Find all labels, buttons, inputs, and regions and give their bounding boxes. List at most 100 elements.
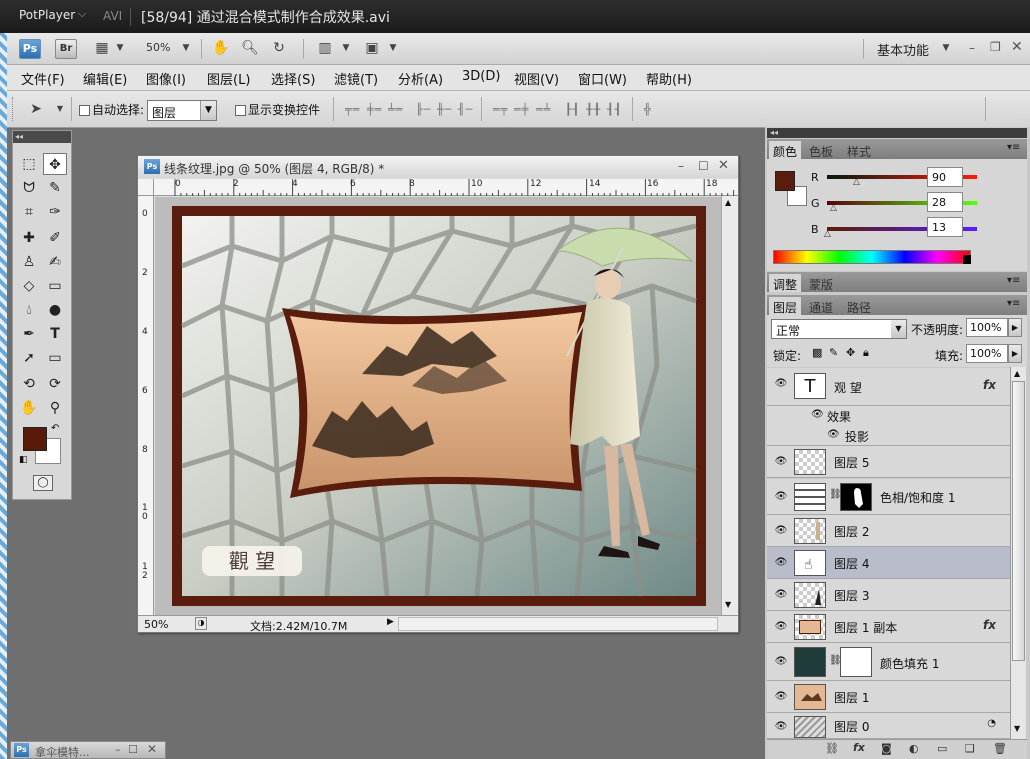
layers-panel-menu-icon[interactable]: ▾≡ — [1007, 298, 1020, 309]
spectrum-black-swatch[interactable] — [963, 255, 971, 264]
layer-row[interactable]: 👁︎ 图层 5 — [767, 446, 1010, 478]
visibility-eye-icon[interactable]: 👁︎ — [774, 525, 788, 536]
layer-name[interactable]: 图层 3 — [834, 587, 869, 604]
doc-restore-icon[interactable]: ☐ — [698, 159, 709, 173]
fill-slider-arrow-icon[interactable]: ▶ — [1008, 344, 1022, 363]
rotate-view-icon[interactable]: ↻ — [270, 40, 288, 56]
layer-row[interactable]: 👁︎ 图层 2 — [767, 515, 1010, 547]
horizontal-ruler[interactable]: 0 2 4 6 8 10 12 14 16 18 — [154, 179, 738, 196]
status-info-icon[interactable]: ◑ — [195, 617, 207, 630]
layer-name[interactable]: 图层 4 — [834, 555, 869, 572]
effect-visibility-eye-icon[interactable]: 👁︎ — [811, 409, 824, 420]
effect-visibility-eye-icon[interactable]: 👁︎ — [827, 429, 840, 440]
tool-preset-chevron-down-icon[interactable]: ▼ — [51, 101, 69, 117]
menu-edit[interactable]: 编辑(E) — [83, 69, 127, 88]
lock-pixels-icon[interactable]: ✎ — [829, 346, 838, 359]
distribute-left-icon[interactable]: ┠┨ — [565, 103, 580, 117]
new-layer-icon[interactable]: ❑ — [965, 742, 975, 755]
restore-icon[interactable]: ❐ — [990, 40, 1001, 54]
3d-rotate-icon[interactable]: ⟲ — [17, 373, 41, 395]
type-tool-icon[interactable]: T — [43, 323, 67, 345]
doc-close-icon[interactable]: ✕ — [718, 158, 729, 173]
new-adjustment-icon[interactable]: ◐ — [909, 742, 919, 755]
blend-mode-dropdown[interactable]: 正常 — [771, 319, 907, 339]
foreground-color-swatch[interactable] — [23, 427, 47, 451]
auto-select-checkbox[interactable] — [79, 105, 90, 116]
opacity-input[interactable]: 100% — [966, 318, 1008, 337]
distribute-hcenter-icon[interactable]: ╂╂ — [586, 103, 601, 117]
layer-row-selected[interactable]: 👁︎ ☝ 图层 4 — [767, 547, 1010, 579]
tab-adjustments[interactable]: 调整 — [769, 274, 802, 292]
document-titlebar[interactable]: Ps 线条纹理.jpg @ 50% (图层 4, RGB/8) * – ☐ ✕ — [138, 156, 738, 178]
add-mask-icon[interactable]: ◙ — [881, 742, 892, 755]
distribute-right-icon[interactable]: ┨┨ — [607, 103, 622, 117]
visibility-eye-icon[interactable]: 👁︎ — [774, 691, 788, 702]
channel-b-thumb-icon[interactable]: △ — [824, 229, 831, 239]
layer-effects-icon[interactable]: fx — [983, 618, 996, 632]
arrange-chevron-down-icon[interactable]: ▼ — [337, 40, 355, 56]
document-horizontal-scrollbar[interactable] — [398, 617, 718, 631]
distribute-top-icon[interactable]: ═╤ — [493, 103, 508, 117]
scroll-down-icon[interactable]: ▼ — [725, 600, 731, 609]
layer-mask-thumbnail[interactable] — [840, 647, 872, 677]
menu-3d[interactable]: 3D(D) — [462, 69, 500, 84]
effect-row[interactable]: 👁︎ 投影 — [767, 426, 1010, 446]
ps-logo-button[interactable]: Ps — [19, 39, 41, 59]
menu-select[interactable]: 选择(S) — [271, 69, 315, 88]
tools-panel-collapse-icon[interactable]: ◂◂ — [13, 131, 71, 143]
align-bottom-icon[interactable]: ╧═ — [388, 103, 403, 117]
minimize-icon[interactable]: – — [969, 41, 975, 55]
layer-row[interactable]: 👁︎ T 观 望 fx — [767, 368, 1010, 406]
marquee-tool-icon[interactable]: ⬚ — [17, 153, 41, 175]
shape-tool-icon[interactable]: ▭ — [43, 347, 67, 369]
menu-window[interactable]: 窗口(W) — [578, 69, 627, 88]
default-colors-icon[interactable]: ◧ — [19, 455, 28, 465]
effect-drop-shadow[interactable]: 投影 — [845, 428, 869, 445]
dock-collapse-icon[interactable]: ◂◂ — [767, 128, 1027, 138]
align-hcenter-icon[interactable]: ╫─ — [437, 103, 452, 117]
delete-layer-icon[interactable]: 🗑︎ — [993, 742, 1007, 755]
quick-mask-icon[interactable]: ◯ — [33, 475, 53, 491]
minimized-document[interactable]: Ps 拿伞模特... – ☐ ✕ — [10, 741, 166, 759]
zoom-tool-icon[interactable]: 🔍︎ — [241, 40, 259, 56]
quick-select-tool-icon[interactable]: ✎ — [43, 177, 67, 199]
channel-g-value[interactable]: 28 — [927, 192, 963, 212]
history-brush-icon[interactable]: ✍ — [43, 251, 67, 273]
close-icon[interactable]: ✕ — [1011, 39, 1023, 55]
align-right-icon[interactable]: ╢─ — [458, 103, 473, 117]
layer-name[interactable]: 图层 1 副本 — [834, 619, 897, 636]
visibility-eye-icon[interactable]: 👁︎ — [774, 721, 788, 732]
visibility-eye-icon[interactable]: 👁︎ — [774, 456, 788, 467]
doc-minimize-icon[interactable]: – — [678, 159, 684, 173]
layer-row[interactable]: 👁︎ 图层 0 ◔ — [767, 713, 1010, 739]
move-tool-icon[interactable]: ✥ — [43, 153, 67, 175]
auto-align-layers-icon[interactable]: ╬ — [644, 103, 652, 117]
eraser-tool-icon[interactable]: ◇ — [17, 275, 41, 297]
color-spectrum-ramp[interactable] — [773, 250, 971, 264]
tab-paths[interactable]: 路径 — [843, 297, 875, 315]
layer-name[interactable]: 观 望 — [834, 379, 862, 396]
workspace-switcher[interactable]: 基本功能 — [877, 40, 929, 59]
document-canvas[interactable]: 觀 望 — [172, 206, 706, 606]
channel-r-thumb-icon[interactable]: △ — [853, 177, 860, 187]
layers-scroll-up-icon[interactable]: ▲ — [1014, 369, 1020, 378]
blur-tool-icon[interactable]: 💧︎ — [17, 299, 41, 321]
layers-scroll-thumb[interactable] — [1012, 381, 1025, 661]
color-panel-menu-icon[interactable]: ▾≡ — [1007, 142, 1020, 153]
scroll-up-icon[interactable]: ▲ — [725, 198, 731, 207]
brush-tool-icon[interactable]: ✐ — [43, 227, 67, 249]
gradient-tool-icon[interactable]: ▭ — [43, 275, 67, 297]
tab-masks[interactable]: 蒙版 — [805, 274, 837, 292]
layer-name[interactable]: 色相/饱和度 1 — [880, 489, 956, 506]
3d-orbit-icon[interactable]: ⟳ — [43, 373, 67, 395]
swap-colors-icon[interactable]: ↶ — [51, 423, 59, 434]
workspace-chevron-down-icon[interactable]: ▼ — [937, 40, 955, 56]
crop-tool-icon[interactable]: ⌗ — [17, 201, 41, 223]
arrange-documents-icon[interactable]: ▥ — [316, 40, 334, 56]
color-fg-swatch[interactable] — [775, 171, 795, 191]
tab-channels[interactable]: 通道 — [805, 297, 837, 315]
lock-transparency-icon[interactable]: ▩ — [812, 346, 822, 359]
layer-name[interactable]: 图层 1 — [834, 689, 869, 706]
distribute-vcenter-icon[interactable]: ═╪ — [514, 103, 529, 117]
potplayer-menu-chevron-icon[interactable]: ⌵ — [78, 7, 86, 21]
